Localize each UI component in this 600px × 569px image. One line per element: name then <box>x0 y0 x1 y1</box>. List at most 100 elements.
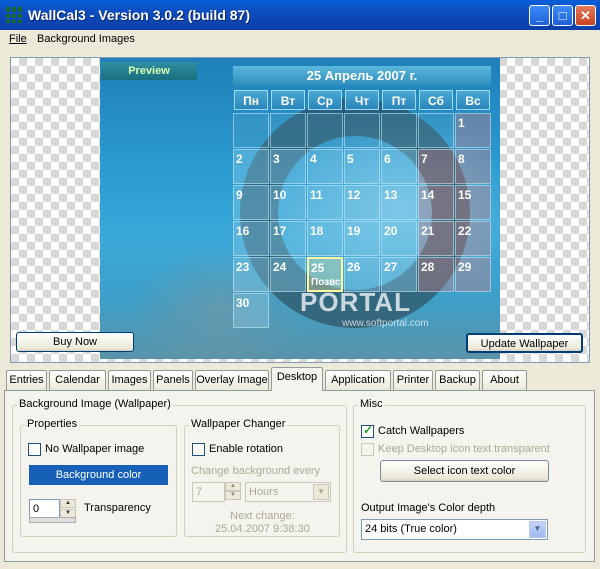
menu-background-images[interactable]: Background Images <box>37 33 135 45</box>
calendar-day: 13 <box>381 185 417 220</box>
calendar-day: 23 <box>233 257 269 292</box>
calendar-day-number: 12 <box>347 188 361 202</box>
calendar-day-number: 1 <box>458 116 465 130</box>
calendar-empty-cell <box>233 113 269 148</box>
properties-group-title: Properties <box>25 418 80 430</box>
tab-calendar[interactable]: Calendar <box>49 370 106 390</box>
menu-file[interactable]: File <box>9 33 27 45</box>
calendar-day-number: 20 <box>384 224 398 238</box>
app-calendar-icon <box>6 7 22 23</box>
calendar-day-number: 2 <box>236 152 243 166</box>
calendar-day-number: 22 <box>458 224 472 238</box>
preview-label: Preview <box>101 62 197 80</box>
calendar-day: 17 <box>270 221 306 256</box>
menu-bar: File Background Images <box>0 30 600 49</box>
interval-up-button[interactable]: ▲ <box>225 482 241 491</box>
tab-entries[interactable]: Entries <box>6 370 47 390</box>
interval-unit-value: Hours <box>249 486 279 498</box>
weekday-header: Ср <box>308 90 342 110</box>
calendar-day-number: 7 <box>421 152 428 166</box>
enable-rotation-label: Enable rotation <box>209 443 283 455</box>
tab-images[interactable]: Images <box>108 370 151 390</box>
calendar-day-number: 21 <box>421 224 435 238</box>
buy-now-button[interactable]: Buy Now <box>16 332 134 352</box>
maximize-button[interactable]: □ <box>552 5 573 26</box>
keep-icon-text-label: Keep Desktop icon text transparent <box>378 443 550 455</box>
interval-unit-dropdown-icon[interactable]: ▼ <box>313 484 329 500</box>
calendar-day: 16 <box>233 221 269 256</box>
calendar-day: 30 <box>233 293 269 328</box>
interval-down-button[interactable]: ▼ <box>225 491 241 500</box>
calendar-day: 15 <box>455 185 491 220</box>
no-wallpaper-label: No Wallpaper image <box>45 443 145 455</box>
calendar-day-number: 6 <box>384 152 391 166</box>
enable-rotation-checkbox[interactable] <box>192 443 205 456</box>
calendar-day: 9 <box>233 185 269 220</box>
calendar-day-number: 3 <box>273 152 280 166</box>
background-color-button[interactable]: Background color <box>29 465 168 485</box>
calendar-day: 28 <box>418 257 454 292</box>
misc-group-title: Misc <box>358 398 385 410</box>
weekday-header: Вт <box>271 90 305 110</box>
calendar-day: 1 <box>455 113 491 148</box>
calendar-day: 5 <box>344 149 380 184</box>
next-change-value: 25.04.2007 9:38:30 <box>215 523 310 535</box>
calendar-empty-cell <box>270 113 306 148</box>
tab-application[interactable]: Application <box>325 370 391 390</box>
no-wallpaper-checkbox[interactable] <box>28 443 41 456</box>
calendar-day-number: 11 <box>310 188 323 202</box>
keep-icon-text-checkbox[interactable] <box>361 443 374 456</box>
calendar-day: 18 <box>307 221 343 256</box>
calendar-day-number: 17 <box>273 224 287 238</box>
wallpaper-changer-group-title: Wallpaper Changer <box>189 418 288 430</box>
output-depth-select[interactable]: 24 bits (True color) <box>361 519 548 540</box>
next-change-label: Next change: <box>230 510 295 522</box>
transparency-input[interactable]: 0 <box>29 499 60 519</box>
calendar-day: 10 <box>270 185 306 220</box>
watermark-url: www.softportal.com <box>342 318 429 329</box>
tab-printer[interactable]: Printer <box>393 370 433 390</box>
watermark-text: PORTAL <box>300 287 411 317</box>
transparency-slider[interactable] <box>29 517 76 523</box>
close-button[interactable]: ✕ <box>575 5 596 26</box>
calendar-day-number: 4 <box>310 152 317 166</box>
tab-about[interactable]: About <box>482 370 527 390</box>
output-depth-value: 24 bits (True color) <box>365 523 457 535</box>
calendar-day-number: 24 <box>273 260 287 274</box>
calendar-day: 29 <box>455 257 491 292</box>
background-image-group-title: Background Image (Wallpaper) <box>17 398 173 410</box>
select-icon-text-color-button[interactable]: Select icon text color <box>380 460 549 482</box>
tab-backup[interactable]: Backup <box>435 370 480 390</box>
tab-panels[interactable]: Panels <box>153 370 193 390</box>
calendar-day-number: 19 <box>347 224 361 238</box>
output-depth-dropdown-icon[interactable]: ▼ <box>529 521 546 538</box>
calendar-title: 25 Апрель 2007 г. <box>233 66 491 86</box>
tab-desktop[interactable]: Desktop <box>271 367 323 391</box>
calendar-day: 20 <box>381 221 417 256</box>
calendar-day-number: 30 <box>236 296 250 310</box>
calendar-empty-cell <box>344 113 380 148</box>
title-bar[interactable]: WallCal3 - Version 3.0.2 (build 87) _ □ … <box>0 0 600 31</box>
update-wallpaper-button[interactable]: Update Wallpaper <box>466 333 583 353</box>
catch-wallpapers-checkbox[interactable]: ✓ <box>361 423 374 438</box>
calendar-day-number: 13 <box>384 188 398 202</box>
calendar-day-number: 15 <box>458 188 472 202</box>
calendar-empty-cell <box>307 113 343 148</box>
calendar-day: 19 <box>344 221 380 256</box>
calendar-day: 8 <box>455 149 491 184</box>
calendar-day-number: 27 <box>384 260 398 274</box>
calendar-day-number: 18 <box>310 224 324 238</box>
minimize-button[interactable]: _ <box>529 5 550 26</box>
calendar-day-number: 28 <box>421 260 435 274</box>
calendar-empty-cell <box>418 113 454 148</box>
calendar-day-number: 29 <box>458 260 472 274</box>
transparency-up-button[interactable]: ▲ <box>60 499 76 508</box>
calendar-day: 2 <box>233 149 269 184</box>
calendar-day-number: 16 <box>236 224 250 238</box>
tab-overlay-image[interactable]: Overlay Image <box>195 370 269 390</box>
interval-input[interactable]: 7 <box>192 482 225 502</box>
weekday-header: Чт <box>345 90 379 110</box>
weekday-header: Сб <box>419 90 453 110</box>
window-title: WallCal3 - Version 3.0.2 (build 87) <box>28 7 250 23</box>
checkmark-icon: ✓ <box>363 423 374 437</box>
